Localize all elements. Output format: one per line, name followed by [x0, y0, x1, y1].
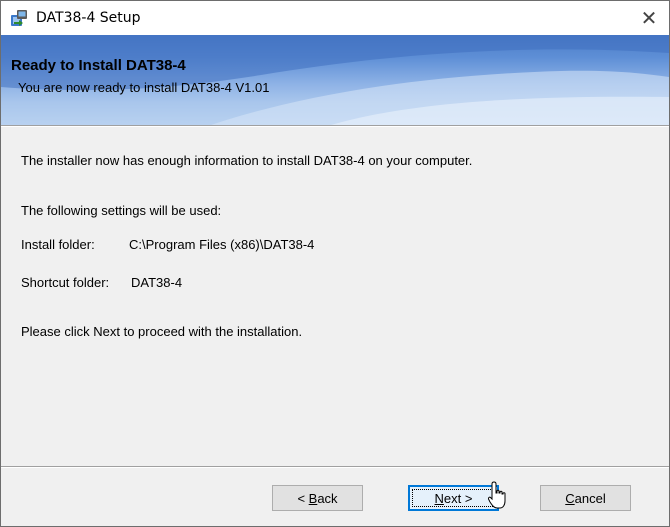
page-title: Ready to Install DAT38-4	[11, 57, 186, 74]
cancel-button-label: ancel	[574, 490, 606, 506]
back-button-prefix: <	[297, 490, 309, 506]
back-button-accel: B	[308, 490, 318, 506]
setup-icon	[10, 9, 28, 27]
header-banner: Ready to Install DAT38-4 You are now rea…	[1, 35, 669, 125]
page-subtitle: You are now ready to install DAT38-4 V1.…	[18, 80, 270, 95]
shortcut-folder-label: Shortcut folder:	[21, 275, 110, 290]
back-button-label: ack	[317, 490, 338, 506]
bottom-divider	[1, 466, 669, 468]
cancel-button[interactable]: Cancel	[540, 485, 631, 511]
next-button[interactable]: Next >	[408, 485, 499, 511]
install-folder-value: C:\Program Files (x86)\DAT38-4	[129, 237, 315, 252]
cancel-button-accel: C	[565, 490, 575, 506]
mouse-cursor-icon	[487, 481, 506, 509]
window-title: DAT38-4 Setup	[36, 10, 141, 26]
close-icon[interactable]: ✕	[629, 1, 669, 35]
title-bar[interactable]: DAT38-4 Setup ✕	[1, 1, 669, 35]
intro-text: The installer now has enough information…	[21, 153, 473, 168]
install-folder-label: Install folder:	[21, 237, 95, 252]
back-button[interactable]: < Back	[272, 485, 363, 511]
shortcut-folder-value: DAT38-4	[131, 275, 183, 290]
focus-rect	[412, 489, 495, 507]
settings-heading: The following settings will be used:	[21, 203, 222, 218]
proceed-text: Please click Next to proceed with the in…	[21, 324, 303, 339]
content-area: The installer now has enough information…	[1, 127, 669, 465]
setup-window: DAT38-4 Setup ✕ Ready to Install DAT38-4…	[0, 0, 670, 527]
